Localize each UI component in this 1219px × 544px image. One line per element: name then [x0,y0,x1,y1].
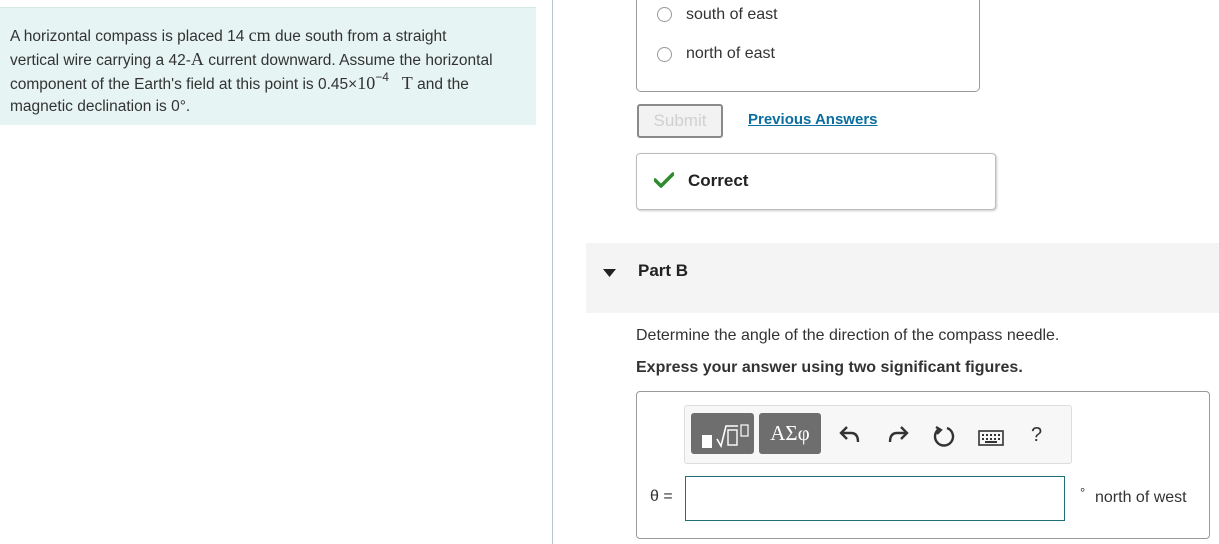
help-button[interactable]: ? [1031,424,1042,447]
variable-label: θ = [650,488,673,505]
degree-symbol: ° [1080,485,1086,500]
fraction-sqrt-template-icon[interactable] [691,413,754,454]
previous-answers-link[interactable]: Previous Answers [748,111,878,128]
option-label: south of east [686,6,778,23]
instruction-text: Express your answer using two significan… [636,359,1023,376]
radio-option-1[interactable] [657,7,672,22]
keyboard-icon[interactable] [978,430,1004,451]
answer-input[interactable] [685,476,1065,521]
pane-divider [552,0,553,544]
caret-down-icon[interactable] [603,265,616,283]
undo-icon[interactable] [839,425,861,450]
submit-button[interactable]: Submit [637,104,723,138]
redo-icon[interactable] [887,425,909,450]
greek-symbols-button[interactable]: ΑΣφ [759,413,821,454]
checkmark-icon [653,172,675,193]
unit-label: north of west [1095,489,1187,506]
reset-icon[interactable] [932,424,956,453]
radio-option-2[interactable] [657,47,672,62]
option-label: north of east [686,45,775,62]
problem-text: A horizontal compass is placed 14 cm due… [10,25,493,115]
part-b-title: Part B [638,261,689,280]
question-text: Determine the angle of the direction of … [636,327,1060,344]
feedback-label: Correct [688,171,749,190]
